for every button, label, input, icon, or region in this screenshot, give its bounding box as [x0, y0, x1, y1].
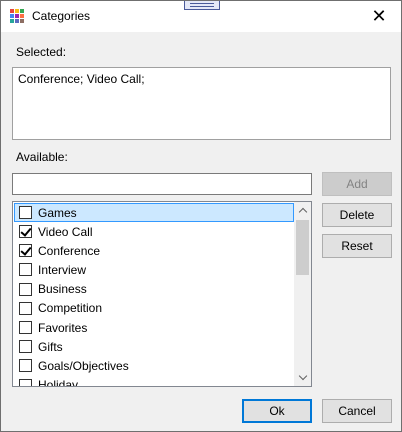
checkbox-icon[interactable]: [19, 244, 32, 258]
icon-cell: [15, 14, 19, 18]
category-label: Games: [38, 205, 77, 220]
category-list-item[interactable]: Video Call: [14, 222, 294, 241]
category-label: Favorites: [38, 320, 88, 335]
checkbox-icon[interactable]: [19, 206, 32, 219]
icon-cell: [15, 19, 19, 23]
selected-categories-field[interactable]: Conference; Video Call;: [12, 67, 391, 140]
reset-button[interactable]: Reset: [322, 234, 392, 258]
scroll-down-button[interactable]: [294, 369, 311, 386]
category-list-item[interactable]: Games: [14, 203, 294, 222]
category-list-item[interactable]: Conference: [14, 241, 294, 260]
scroll-thumb[interactable]: [296, 220, 309, 275]
drag-handle[interactable]: [184, 1, 220, 10]
checkbox-icon[interactable]: [19, 340, 32, 354]
category-label: Interview: [38, 262, 87, 277]
delete-button[interactable]: Delete: [322, 203, 392, 227]
category-filter-input[interactable]: [12, 173, 312, 195]
list-scrollbar[interactable]: [294, 202, 311, 386]
icon-cell: [20, 14, 24, 18]
category-list-item[interactable]: Business: [14, 280, 294, 299]
scroll-up-button[interactable]: [294, 202, 311, 219]
ok-button[interactable]: Ok: [242, 399, 312, 423]
checkbox-icon[interactable]: [19, 378, 32, 386]
icon-cell: [10, 9, 14, 13]
checkbox-icon[interactable]: [19, 282, 32, 296]
available-label: Available:: [16, 150, 68, 164]
add-button[interactable]: Add: [322, 172, 392, 196]
cancel-button[interactable]: Cancel: [322, 399, 392, 423]
selected-label: Selected:: [16, 45, 67, 59]
category-label: Competition: [38, 301, 103, 316]
category-label: Gifts: [38, 339, 63, 354]
categories-grid-icon: [10, 9, 24, 23]
category-label: Goals/Objectives: [38, 358, 129, 373]
category-list-item[interactable]: Holiday: [14, 376, 294, 387]
checkbox-icon[interactable]: [19, 359, 32, 373]
scroll-up-arrow-icon: [298, 207, 307, 217]
checkbox-icon[interactable]: [19, 321, 32, 335]
category-label: Holiday: [38, 378, 79, 387]
icon-cell: [10, 14, 14, 18]
category-label: Conference: [38, 243, 101, 258]
checkbox-icon[interactable]: [19, 263, 32, 277]
checkbox-icon[interactable]: [19, 301, 32, 315]
icon-cell: [20, 9, 24, 13]
category-list-item[interactable]: Goals/Objectives: [14, 356, 294, 375]
close-icon: ✕: [371, 6, 387, 27]
categories-dialog: Categories ✕ Selected: Conference; Video…: [0, 0, 402, 432]
category-label: Video Call: [38, 224, 93, 239]
close-button[interactable]: ✕: [357, 1, 401, 32]
category-list-item[interactable]: Gifts: [14, 337, 294, 356]
icon-cell: [15, 9, 19, 13]
available-categories-list[interactable]: Games Video Call Conference Interview Busine…: [12, 201, 312, 387]
icon-cell: [20, 19, 24, 23]
scroll-down-arrow-icon: [298, 371, 307, 381]
checkbox-icon[interactable]: [19, 225, 32, 239]
category-list-item[interactable]: Interview: [14, 260, 294, 279]
category-label: Business: [38, 282, 87, 297]
category-list-items: Games Video Call Conference Interview Busine…: [14, 203, 294, 387]
selected-categories-text: Conference; Video Call;: [18, 72, 145, 86]
category-list-item[interactable]: Favorites: [14, 318, 294, 337]
title-bar: Categories ✕: [1, 1, 401, 32]
category-list-item[interactable]: Competition: [14, 299, 294, 318]
window-title: Categories: [32, 9, 91, 23]
icon-cell: [10, 19, 14, 23]
